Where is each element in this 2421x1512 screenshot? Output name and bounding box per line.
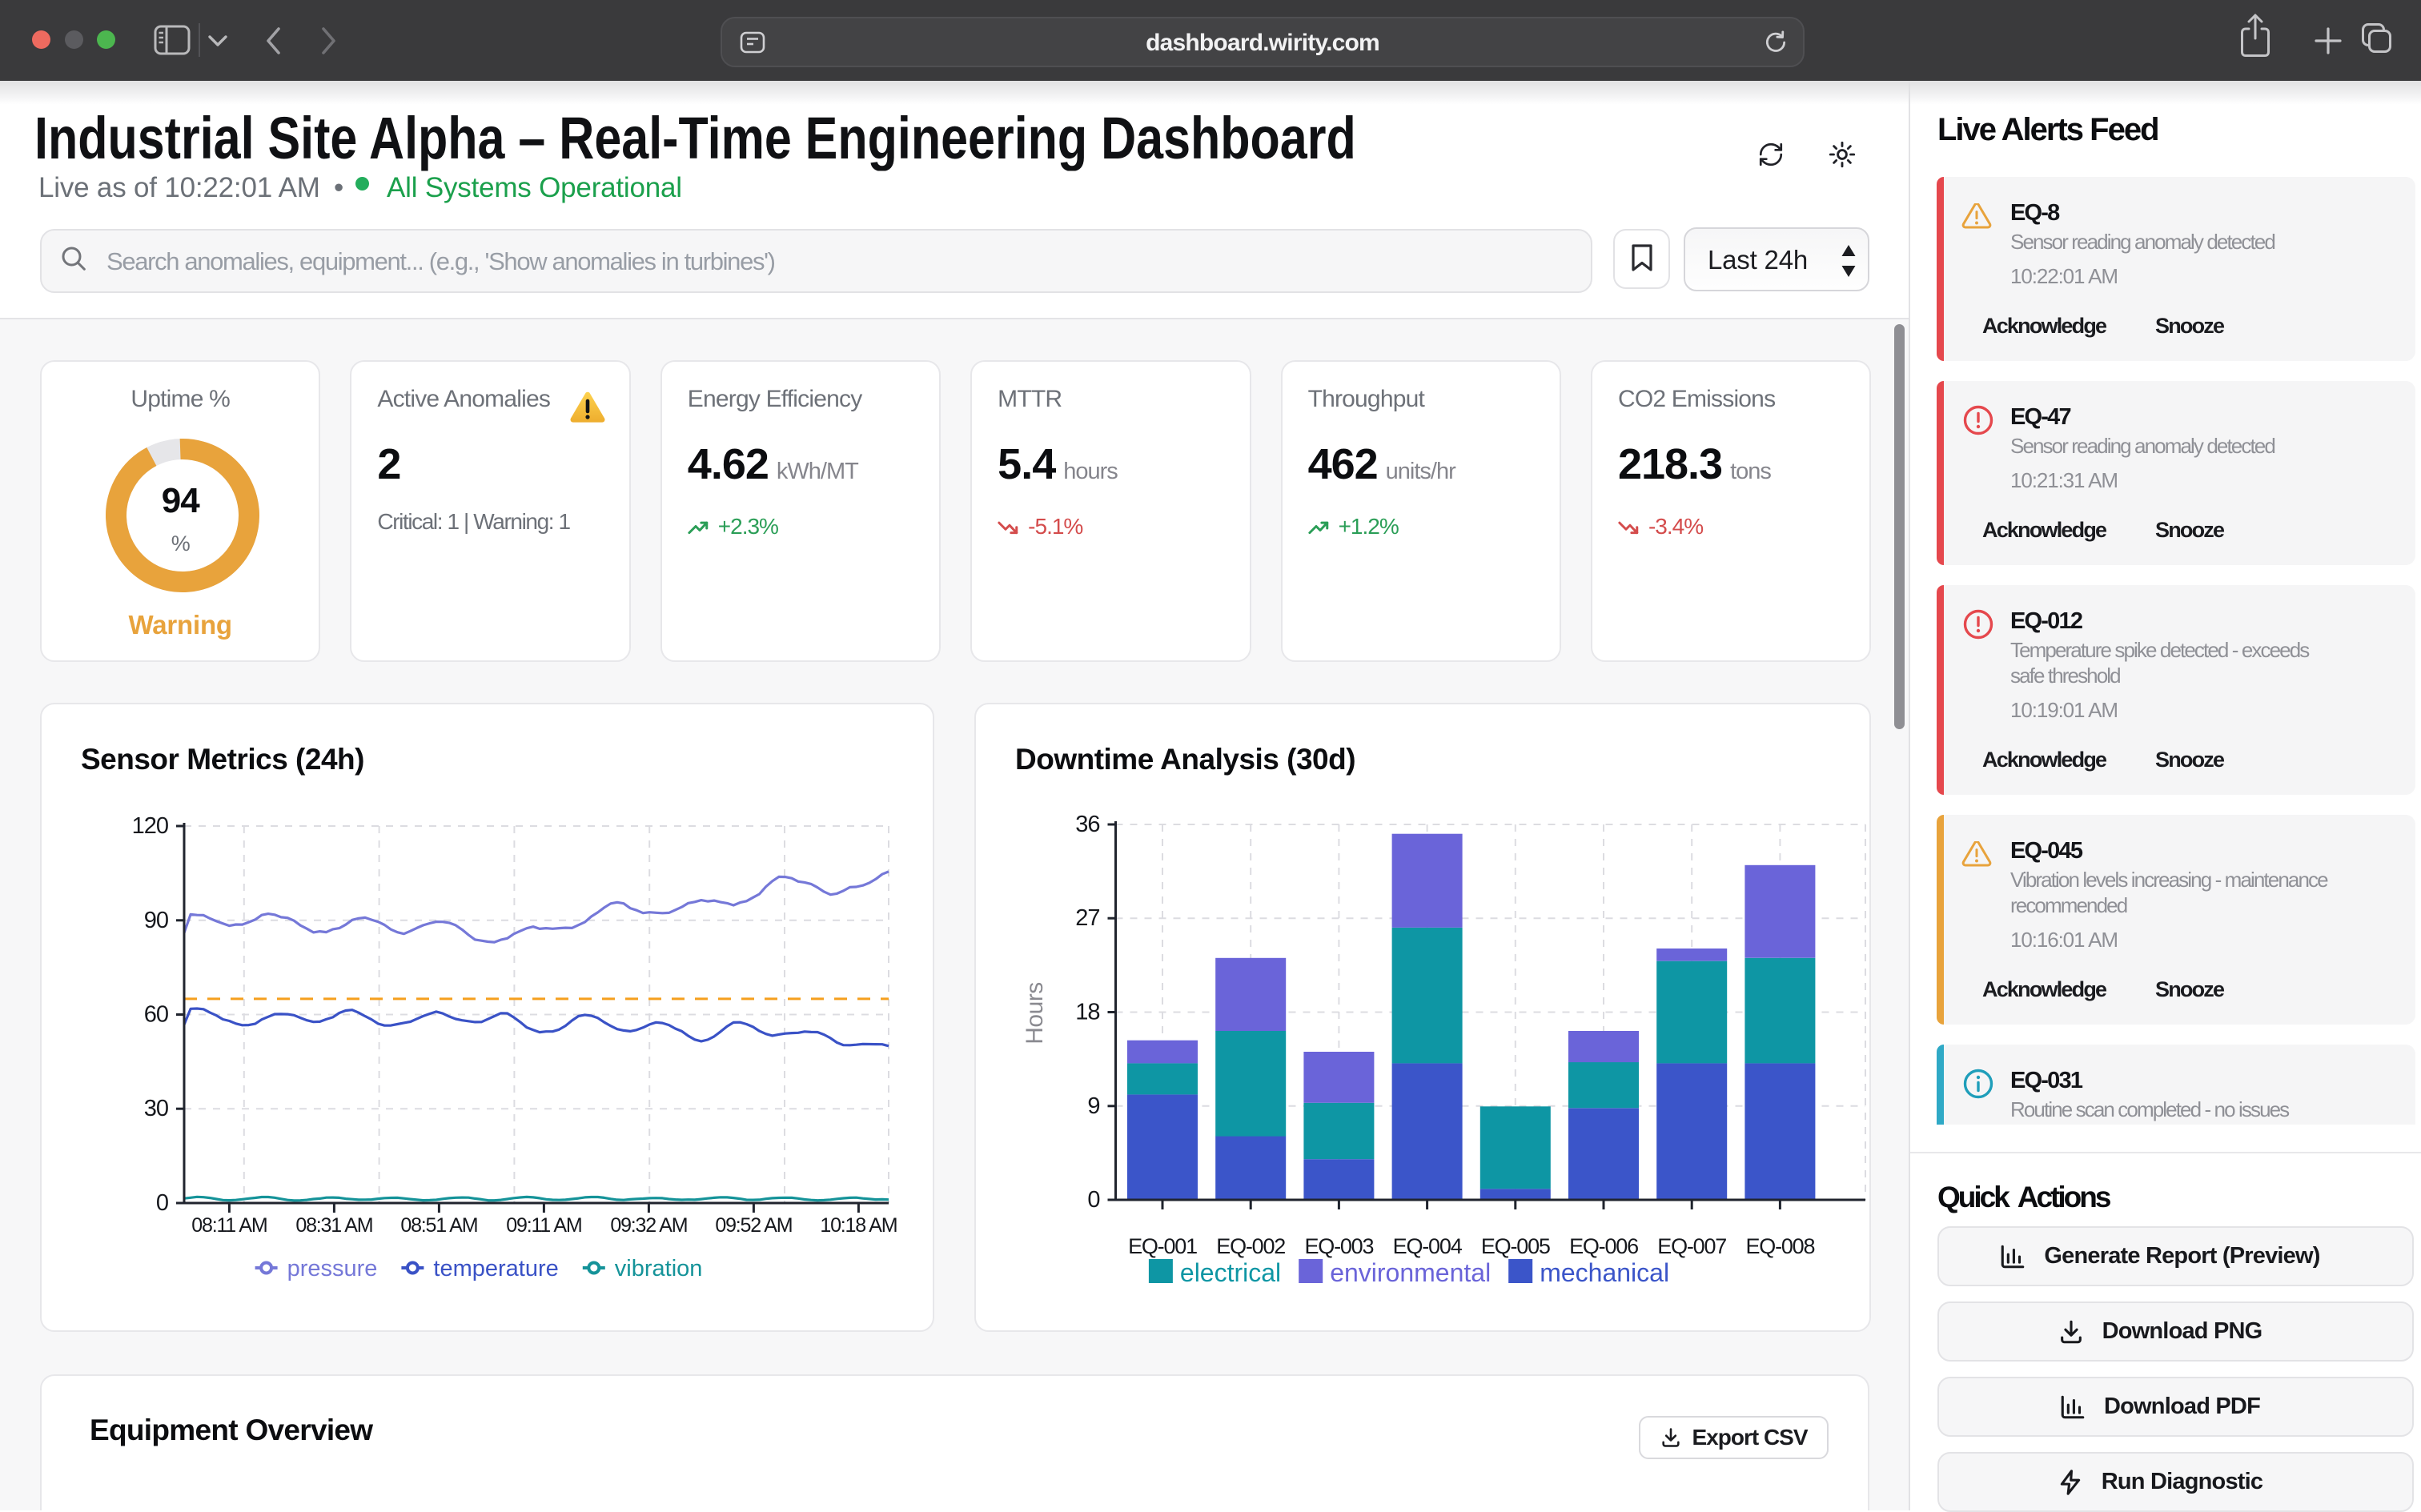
- svg-text:pressure: pressure: [287, 1256, 378, 1281]
- svg-text:60: 60: [144, 1002, 168, 1028]
- svg-text:EQ-007: EQ-007: [1657, 1234, 1726, 1258]
- svg-text:09:52 AM: 09:52 AM: [715, 1214, 792, 1237]
- svg-text:120: 120: [132, 813, 168, 839]
- svg-text:temperature: temperature: [433, 1256, 558, 1281]
- svg-text:electrical: electrical: [1180, 1258, 1281, 1287]
- svg-text:EQ-002: EQ-002: [1216, 1234, 1285, 1258]
- svg-text:EQ-004: EQ-004: [1393, 1234, 1463, 1258]
- svg-text:10:18 AM: 10:18 AM: [820, 1214, 897, 1237]
- svg-text:EQ-006: EQ-006: [1569, 1234, 1638, 1258]
- svg-text:environmental: environmental: [1330, 1258, 1491, 1287]
- svg-text:Hours: Hours: [1022, 982, 1048, 1045]
- svg-text:EQ-008: EQ-008: [1745, 1234, 1814, 1258]
- svg-text:08:31 AM: 08:31 AM: [295, 1214, 372, 1237]
- svg-text:mechanical: mechanical: [1540, 1258, 1669, 1287]
- svg-text:09:11 AM: 09:11 AM: [506, 1214, 581, 1237]
- svg-text:30: 30: [144, 1096, 168, 1121]
- svg-text:27: 27: [1075, 905, 1099, 931]
- svg-text:90: 90: [144, 908, 168, 933]
- svg-text:08:11 AM: 08:11 AM: [191, 1214, 267, 1237]
- svg-text:18: 18: [1075, 1000, 1099, 1025]
- svg-text:vibration: vibration: [615, 1256, 703, 1281]
- svg-text:EQ-005: EQ-005: [1481, 1234, 1550, 1258]
- svg-text:9: 9: [1087, 1093, 1099, 1119]
- svg-text:36: 36: [1075, 812, 1099, 837]
- svg-text:08:51 AM: 08:51 AM: [400, 1214, 477, 1237]
- svg-text:EQ-001: EQ-001: [1128, 1234, 1197, 1258]
- svg-text:0: 0: [1087, 1187, 1099, 1213]
- svg-text:EQ-003: EQ-003: [1304, 1234, 1373, 1258]
- svg-text:09:32 AM: 09:32 AM: [610, 1214, 687, 1237]
- svg-text:0: 0: [156, 1190, 168, 1216]
